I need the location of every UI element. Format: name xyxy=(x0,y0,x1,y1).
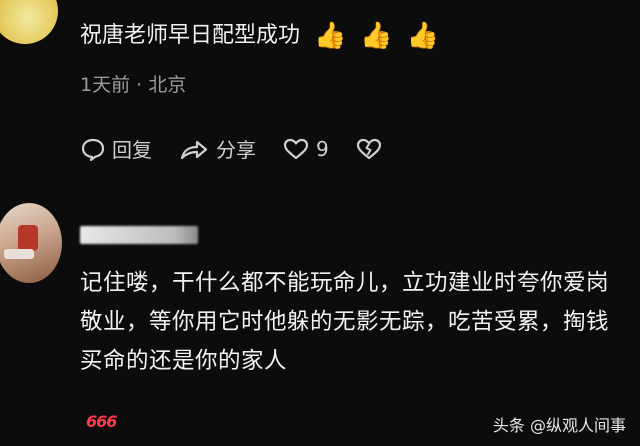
reaction-badge: 666 xyxy=(86,412,117,431)
thumbs-up-icon: 👍 xyxy=(360,21,393,51)
blurred-username[interactable] xyxy=(80,226,198,244)
reply-bubble-icon xyxy=(81,138,105,161)
thumbs-up-icon: 👍 xyxy=(314,21,347,51)
comment-location: 北京 xyxy=(148,74,187,96)
like-button[interactable]: 9 xyxy=(282,137,329,161)
comment-1-actions: 回复 分享 9 xyxy=(80,134,415,163)
comment-1-body: 祝唐老师早日配型成功 xyxy=(80,23,301,48)
comment-1-meta: 1天前 · 北京 xyxy=(80,70,186,97)
thumbs-up-icon: 👍 xyxy=(406,21,440,51)
heart-icon xyxy=(283,138,309,159)
comment-1-text: 祝唐老师早日配型成功 👍 👍 👍 xyxy=(80,20,439,52)
commenter-avatar-1[interactable] xyxy=(0,0,58,44)
meta-separator: · xyxy=(136,74,149,96)
broken-heart-icon xyxy=(356,138,381,159)
comment-time: 1天前 xyxy=(80,74,131,96)
reply-label: 回复 xyxy=(112,138,152,162)
comment-2-body: 记住喽，干什么都不能玩命儿，立功建业时夸你爱岗敬业，等你用它时他躲的无影无踪，吃… xyxy=(80,270,610,374)
watermark: 头条 @纵观人间事 xyxy=(492,416,626,435)
like-count: 9 xyxy=(316,136,329,161)
share-arrow-icon xyxy=(180,140,208,159)
share-label: 分享 xyxy=(216,138,256,162)
avatar-detail xyxy=(18,225,38,251)
commenter-avatar-2[interactable] xyxy=(0,203,62,283)
share-button[interactable]: 分享 xyxy=(178,134,256,163)
dislike-button[interactable] xyxy=(355,137,389,161)
reply-button[interactable]: 回复 xyxy=(80,134,152,163)
avatar-detail xyxy=(4,249,34,259)
